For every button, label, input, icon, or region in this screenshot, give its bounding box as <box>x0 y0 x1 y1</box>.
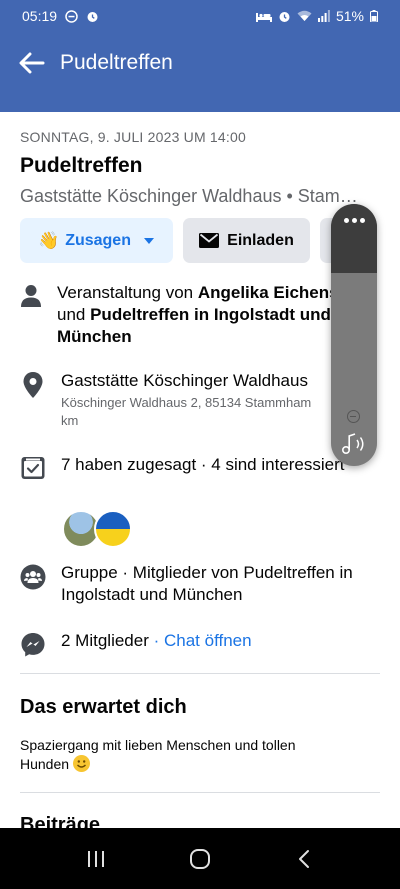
envelope-icon <box>199 233 220 248</box>
floating-media-widget[interactable] <box>331 204 377 466</box>
status-bar: 05:19 51% <box>0 0 400 32</box>
status-time: 05:19 <box>22 8 58 24</box>
arrow-left-icon <box>19 52 45 74</box>
avatar[interactable] <box>94 510 132 548</box>
group-text: Gruppe · Mitglieder von Pudeltreffen in … <box>61 563 353 604</box>
event-date: SONNTAG, 9. JULI 2023 UM 14:00 <box>20 129 246 145</box>
about-description: Spaziergang mit lieben Menschen und toll… <box>20 736 340 774</box>
host-prefix: Veranstaltung von <box>57 283 198 302</box>
back-button[interactable] <box>18 49 46 77</box>
more-dots-icon <box>343 218 365 273</box>
host-row: Veranstaltung von Angelika Eichenseher u… <box>20 282 380 348</box>
battery-percent: 51% <box>335 8 364 24</box>
location-row[interactable]: Gaststätte Köschinger Waldhaus Köschinge… <box>20 370 380 430</box>
status-right: 51% <box>255 8 378 24</box>
event-title: Pudeltreffen <box>20 154 143 177</box>
status-left: 05:19 <box>22 8 99 24</box>
minimize-icon[interactable] <box>347 410 360 423</box>
system-back-button[interactable] <box>284 839 324 879</box>
description-text: Spaziergang mit lieben Menschen und toll… <box>20 737 296 772</box>
going-button[interactable]: 👋 Zusagen <box>20 218 173 263</box>
attendance-row[interactable]: 7 haben zugesagt · 4 sind interessiert <box>20 454 380 480</box>
home-button[interactable] <box>180 839 220 879</box>
widget-menu-button[interactable] <box>331 204 377 273</box>
battery-icon <box>370 10 378 22</box>
minus-circle-icon <box>65 9 78 23</box>
host-group-link[interactable]: Pudeltreffen in Ingolstadt und München <box>57 305 331 346</box>
signal-icon <box>317 10 330 22</box>
back-icon <box>299 849 309 868</box>
event-location-subtitle[interactable]: Gaststätte Köschinger Waldhaus • Stam… <box>20 186 380 207</box>
about-title: Das erwartet dich <box>20 696 187 718</box>
posts-title: Beiträge <box>20 814 101 828</box>
messenger-icon <box>21 633 45 657</box>
calendar-check-icon <box>21 457 45 479</box>
alarm-icon <box>279 11 290 22</box>
divider <box>20 673 380 674</box>
invite-label: Einladen <box>227 231 294 249</box>
location-name: Gaststätte Köschinger Waldhaus <box>61 371 308 390</box>
alarm-icon <box>87 11 98 22</box>
home-icon <box>190 848 210 869</box>
system-nav-bar <box>0 828 400 889</box>
caret-down-icon <box>143 237 154 244</box>
group-icon <box>20 564 46 590</box>
recent-apps-button[interactable] <box>76 839 116 879</box>
music-note-icon[interactable] <box>341 432 369 456</box>
going-label: Zusagen <box>65 231 131 249</box>
members-separator: · <box>148 631 164 650</box>
attendance-text: 7 haben zugesagt · 4 sind interessiert <box>61 455 345 474</box>
open-chat-link[interactable]: Chat öffnen <box>164 631 252 650</box>
wifi-icon <box>297 10 312 21</box>
wave-emoji: 👋 <box>38 230 60 250</box>
header-title: Pudeltreffen <box>60 51 173 74</box>
divider <box>20 792 380 793</box>
recent-apps-icon <box>88 850 104 867</box>
messenger-row: 2 Mitglieder · Chat öffnen <box>20 630 380 658</box>
host-and: und <box>57 305 91 324</box>
invite-button[interactable]: Einladen <box>183 218 310 263</box>
smiley-emoji-icon <box>72 755 90 772</box>
attendee-avatars[interactable] <box>62 510 132 548</box>
location-address: Köschinger Waldhaus 2, 85134 Stammham <box>61 395 312 410</box>
members-text: 2 Mitglieder <box>61 631 149 650</box>
location-distance: km <box>61 413 79 428</box>
bed-icon <box>255 12 272 22</box>
app-header: Pudeltreffen <box>0 32 400 112</box>
group-row[interactable]: Gruppe · Mitglieder von Pudeltreffen in … <box>20 562 380 606</box>
action-buttons: 👋 Zusagen Einladen <box>20 218 340 263</box>
location-pin-icon <box>23 372 43 398</box>
person-icon <box>21 285 41 307</box>
